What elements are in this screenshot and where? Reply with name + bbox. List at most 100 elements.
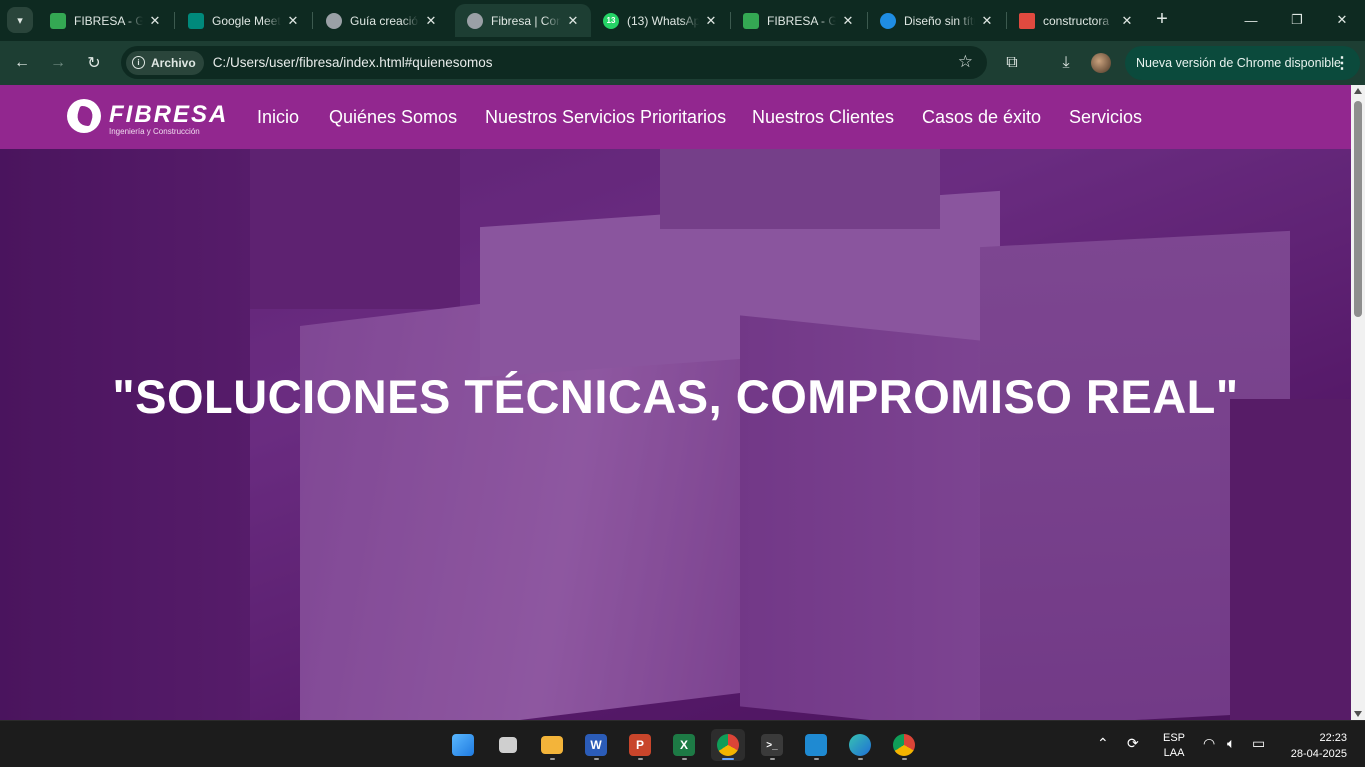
close-window-button[interactable]: ✕ xyxy=(1319,0,1365,40)
kebab-menu-icon[interactable]: ⋮ xyxy=(1334,53,1350,73)
arrow-right-icon: → xyxy=(50,54,66,71)
running-indicator xyxy=(814,758,819,760)
browser-tab-active[interactable]: Fibresa | Construcción ✕ xyxy=(455,4,591,37)
sync-icon[interactable]: ⟳ xyxy=(1127,735,1139,752)
nav-item-servicios-prioritarios[interactable]: Nuestros Servicios Prioritarios xyxy=(485,107,726,128)
chrome-icon xyxy=(717,734,739,756)
openai-icon xyxy=(326,12,342,29)
windows-start-icon xyxy=(452,734,474,756)
system-clock[interactable]: 22:23 28-04-2025 xyxy=(1283,730,1347,762)
close-tab-icon[interactable]: ✕ xyxy=(703,13,719,29)
hero-title: "SOLUCIONES TÉCNICAS, COMPROMISO REAL" xyxy=(112,370,1239,423)
running-indicator xyxy=(902,758,907,760)
nav-item-quienes-somos[interactable]: Quiénes Somos xyxy=(329,107,457,128)
close-tab-icon[interactable]: ✕ xyxy=(565,13,581,29)
browser-tab[interactable]: constructora ✕ xyxy=(1007,4,1145,37)
reload-button[interactable]: ↻ xyxy=(80,49,108,77)
taskbar-app[interactable] xyxy=(887,729,921,761)
nav-item-clientes[interactable]: Nuestros Clientes xyxy=(752,107,894,128)
close-tab-icon[interactable]: ✕ xyxy=(840,13,856,29)
downloads-button[interactable]: ⤓ xyxy=(1052,49,1080,77)
nav-item-casos-exito[interactable]: Casos de éxito xyxy=(922,107,1041,128)
running-indicator xyxy=(594,758,599,760)
site-info-chip[interactable]: i Archivo xyxy=(126,50,204,75)
volume-icon[interactable]: 🔈︎ xyxy=(1227,735,1235,752)
taskbar-app[interactable] xyxy=(535,729,569,761)
extensions-button[interactable]: ⧉ xyxy=(998,49,1026,77)
browser-tab[interactable]: Diseño sin título ✕ xyxy=(868,4,1005,37)
plus-icon: + xyxy=(1156,8,1168,30)
page-viewport: FIBRESA Ingeniería y Construcción Inicio… xyxy=(0,85,1351,720)
browser-tab[interactable]: Guía creación ✕ xyxy=(314,4,449,37)
taskbar-app[interactable]: X xyxy=(667,729,701,761)
running-indicator xyxy=(722,758,734,760)
profile-avatar[interactable] xyxy=(1091,53,1111,73)
edge-icon xyxy=(849,734,871,756)
excel-icon: X xyxy=(673,734,695,756)
browser-tab[interactable]: FIBRESA - Google Drive ✕ xyxy=(731,4,866,37)
page-scrollbar[interactable] xyxy=(1351,85,1365,720)
tab-divider xyxy=(312,12,313,29)
site-navbar: FIBRESA Ingeniería y Construcción Inicio… xyxy=(0,85,1351,149)
back-button[interactable]: ← xyxy=(8,49,36,77)
taskbar-app[interactable] xyxy=(491,729,525,761)
task-view-icon xyxy=(499,737,517,753)
chevron-up-icon[interactable]: ⌃ xyxy=(1097,735,1109,752)
taskbar-app[interactable] xyxy=(843,729,877,761)
tab-search-button[interactable]: ▾ xyxy=(7,7,33,33)
taskbar-app[interactable] xyxy=(799,729,833,761)
running-indicator xyxy=(550,758,555,760)
site-logo[interactable]: FIBRESA Ingeniería y Construcción xyxy=(67,99,227,139)
url-text[interactable]: C:/Users/user/fibresa/index.html#quienes… xyxy=(213,55,493,70)
bookmark-star-icon[interactable]: ☆ xyxy=(958,52,973,72)
minimize-button[interactable]: — xyxy=(1228,0,1274,40)
browser-tab[interactable]: FIBRESA - Google Drive ✕ xyxy=(38,4,173,37)
puzzle-icon: ⧉ xyxy=(1006,54,1018,71)
running-indicator xyxy=(770,758,775,760)
nav-item-servicios[interactable]: Servicios xyxy=(1069,107,1142,128)
hero-section: "SOLUCIONES TÉCNICAS, COMPROMISO REAL" xyxy=(0,149,1351,720)
close-icon: ✕ xyxy=(1336,12,1348,27)
vscode-icon xyxy=(805,734,827,756)
address-bar[interactable]: i Archivo C:/Users/user/fibresa/index.ht… xyxy=(121,46,987,79)
download-icon: ⤓ xyxy=(1062,54,1070,71)
taskbar-app[interactable]: W xyxy=(579,729,613,761)
browser-tab[interactable]: Google Meet ✕ xyxy=(176,4,311,37)
powerpoint-icon: P xyxy=(629,734,651,756)
restore-icon: ❐ xyxy=(1291,12,1303,27)
taskbar-app-active[interactable] xyxy=(711,729,745,761)
minimize-icon: — xyxy=(1244,12,1258,28)
forward-button[interactable]: → xyxy=(44,49,72,77)
close-tab-icon[interactable]: ✕ xyxy=(147,13,163,29)
input-language[interactable]: ESP LAA xyxy=(1163,731,1185,761)
wifi-icon[interactable]: ◠ xyxy=(1203,735,1215,752)
windows-taskbar: W P X >_ ⌃ ⟳ ESP LAA ◠ 🔈︎ ▭ 22:23 28-04-… xyxy=(0,720,1365,767)
close-tab-icon[interactable]: ✕ xyxy=(285,13,301,29)
new-tab-button[interactable]: + xyxy=(1150,8,1174,32)
close-tab-icon[interactable]: ✕ xyxy=(423,13,439,29)
battery-icon[interactable]: ▭ xyxy=(1252,735,1265,752)
scroll-up-arrow-icon[interactable] xyxy=(1354,88,1362,94)
close-tab-icon[interactable]: ✕ xyxy=(979,13,995,29)
taskbar-app[interactable]: >_ xyxy=(755,729,789,761)
tab-divider xyxy=(174,12,175,29)
globe-icon xyxy=(467,12,483,29)
scroll-down-arrow-icon[interactable] xyxy=(1354,711,1362,717)
restore-button[interactable]: ❐ xyxy=(1274,0,1320,40)
logo-wordmark: FIBRESA xyxy=(109,101,229,128)
browser-tab[interactable]: 13 (13) WhatsApp ✕ xyxy=(591,4,729,37)
nav-item-inicio[interactable]: Inicio xyxy=(257,107,299,128)
close-tab-icon[interactable]: ✕ xyxy=(1119,13,1135,29)
scroll-thumb[interactable] xyxy=(1354,101,1362,317)
chevron-down-icon: ▾ xyxy=(17,14,23,27)
taskbar-app[interactable]: P xyxy=(623,729,657,761)
start-button[interactable] xyxy=(446,729,480,761)
purple-overlay xyxy=(0,149,1351,720)
feather-logo-icon xyxy=(67,99,101,133)
running-indicator xyxy=(858,758,863,760)
google-meet-icon xyxy=(188,12,204,29)
google-drive-icon xyxy=(50,12,66,29)
browser-toolbar: ← → ↻ i Archivo C:/Users/user/fibresa/in… xyxy=(0,41,1365,85)
chrome-update-button[interactable]: Nueva versión de Chrome disponible ⋮ xyxy=(1125,46,1360,80)
photo-icon xyxy=(1019,12,1035,29)
